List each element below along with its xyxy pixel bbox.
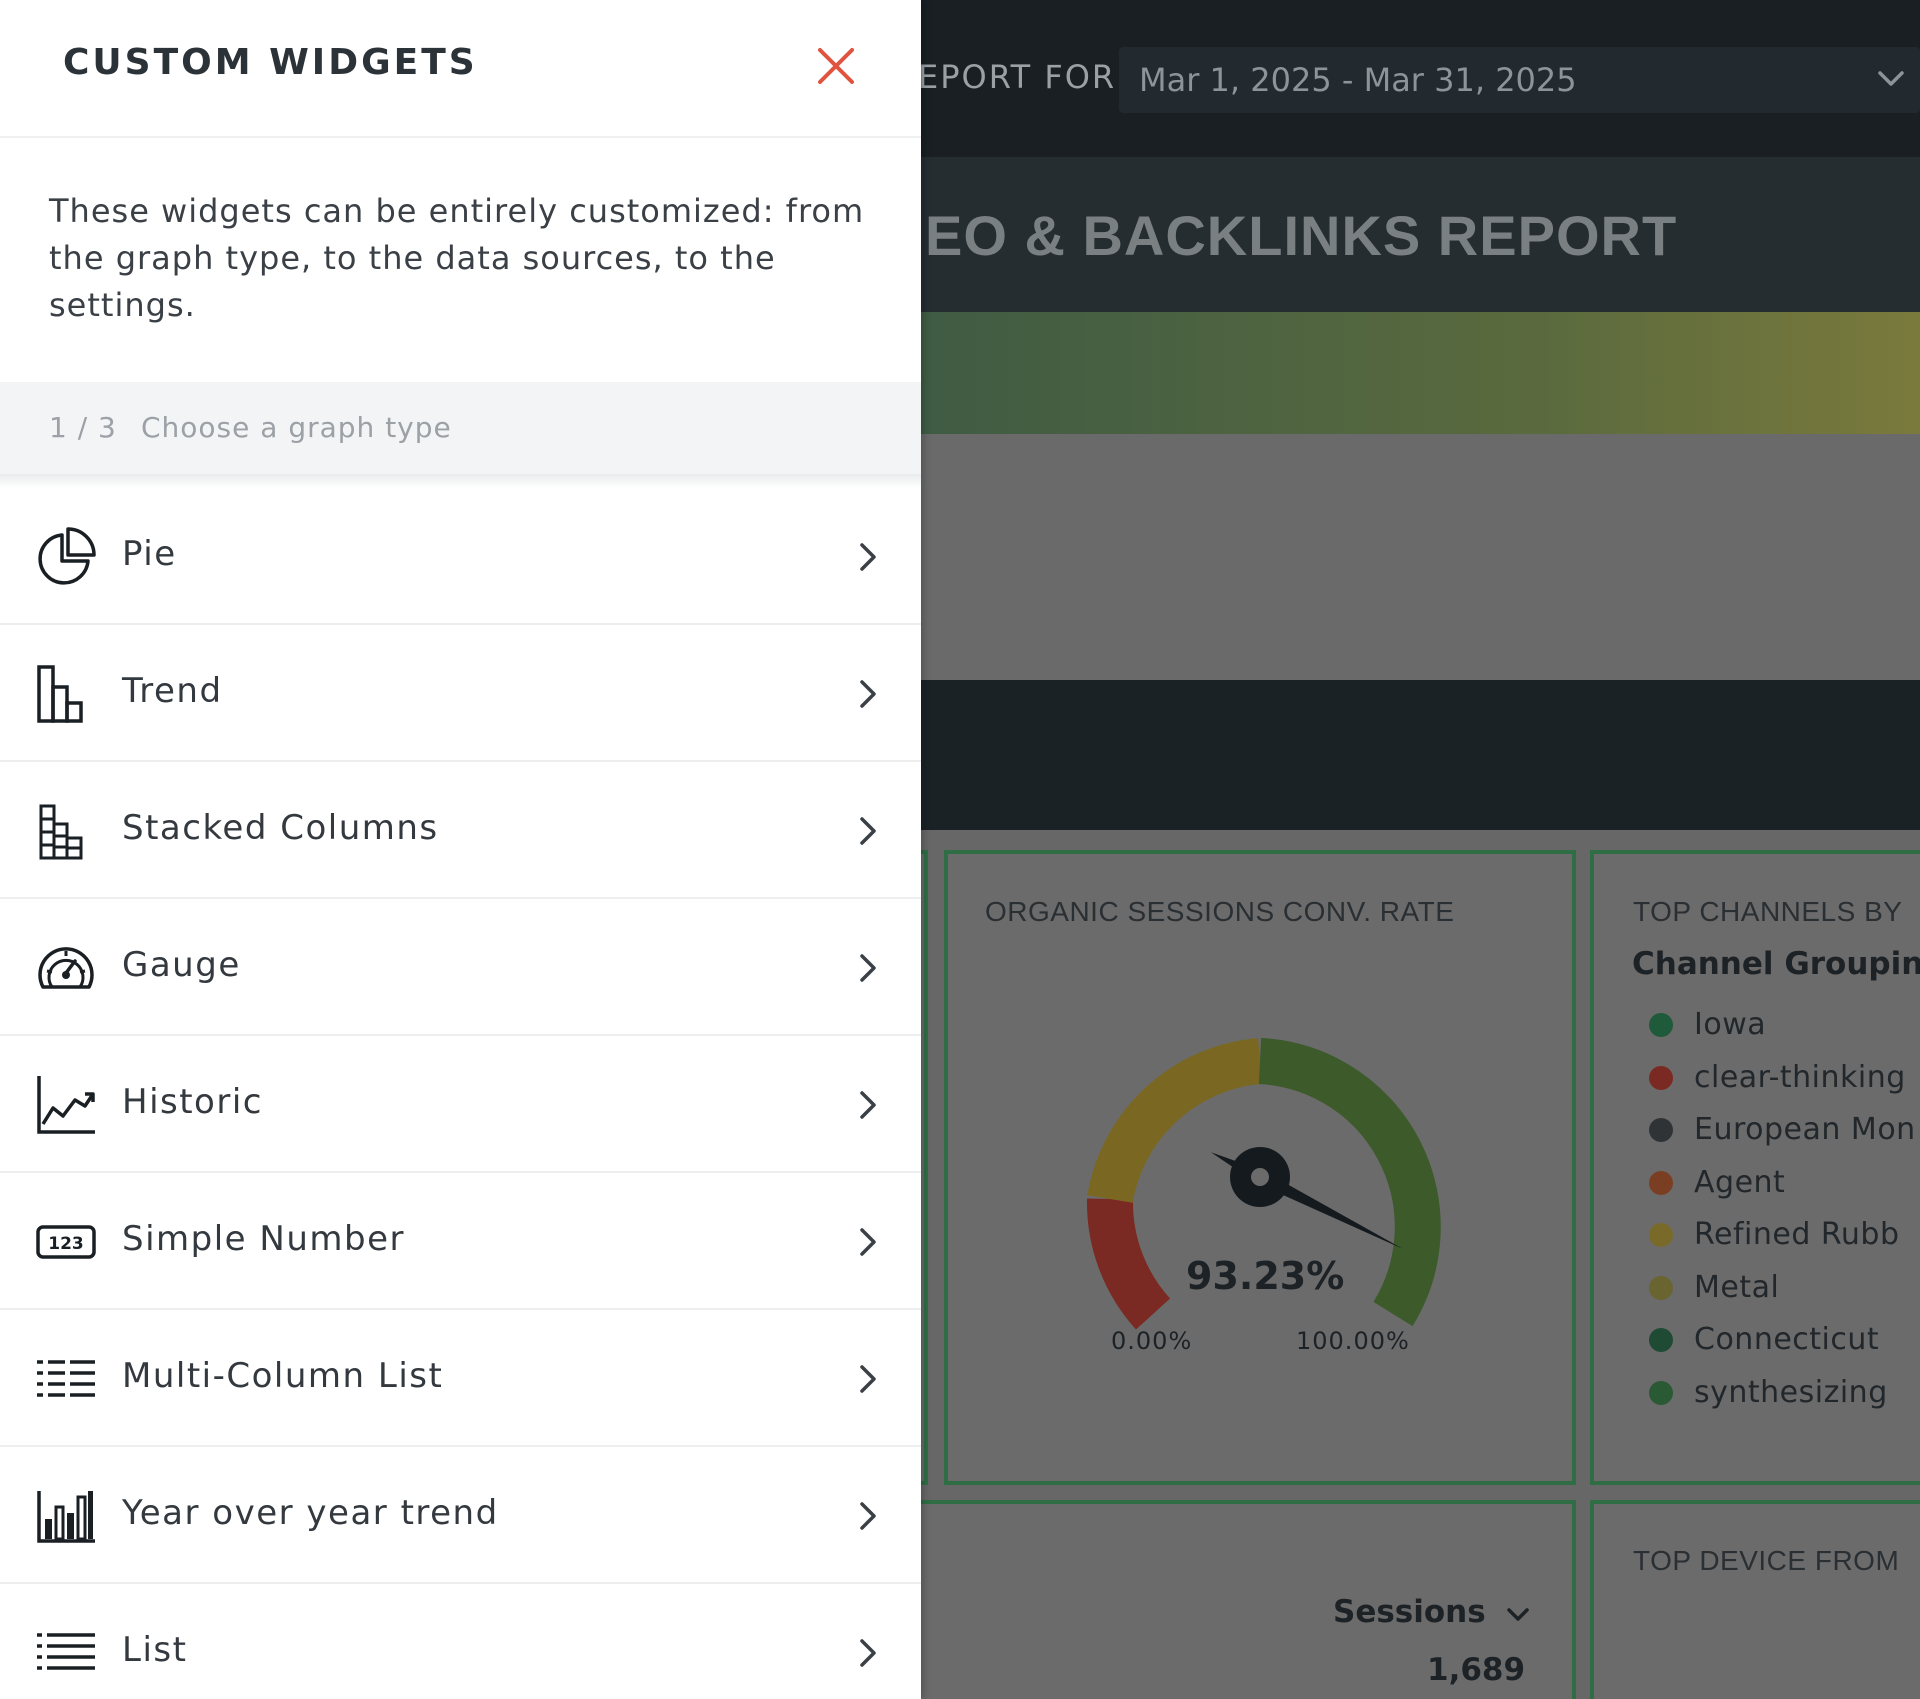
step-shadow [0, 474, 921, 488]
number-123-icon: 123 [36, 1225, 96, 1259]
year-bar-chart-icon [37, 1491, 95, 1543]
legend-item: Iowa [1649, 1005, 1920, 1058]
graph-type-label: Pie [122, 534, 177, 574]
chevron-right-icon [860, 1091, 876, 1119]
graph-type-stacked-columns[interactable]: Stacked Columns [0, 762, 921, 899]
graph-type-label: Gauge [122, 945, 241, 985]
legend-label: clear-thinking [1694, 1059, 1906, 1095]
legend-dot [1649, 1170, 1673, 1195]
legend-dot [1649, 1065, 1673, 1090]
graph-type-label: Simple Number [122, 1219, 405, 1259]
graph-type-label: Year over year trend [122, 1493, 499, 1533]
legend-label: European Mon [1694, 1112, 1916, 1147]
report-for-label: EPORT FOR [918, 58, 1117, 96]
chevron-right-icon [860, 954, 876, 982]
graph-type-list[interactable]: List [0, 1584, 921, 1699]
graph-type-gauge[interactable]: Gauge [0, 899, 921, 1036]
gauge-min-label: 0.00% [1111, 1327, 1193, 1355]
legend-item: synthesizing [1649, 1373, 1920, 1426]
widget-card-device[interactable] [1590, 1500, 1920, 1699]
graph-type-label: List [122, 1630, 188, 1670]
close-icon [818, 48, 854, 84]
legend-dot [1649, 1380, 1673, 1405]
chevron-right-icon [860, 1365, 876, 1393]
legend-dot [1649, 1275, 1673, 1300]
legend-label: Iowa [1694, 1007, 1767, 1042]
panel-header: CUSTOM WIDGETS [0, 0, 921, 138]
legend-item: European Mon [1649, 1110, 1920, 1163]
chevron-right-icon [860, 817, 876, 845]
legend-dot [1649, 1328, 1673, 1352]
line-chart-icon [37, 1076, 95, 1134]
gauge-max-label: 100.00% [1296, 1327, 1410, 1355]
graph-type-label: Stacked Columns [122, 808, 439, 848]
graph-type-pie[interactable]: Pie [0, 488, 921, 625]
graph-type-label: Historic [122, 1082, 263, 1122]
legend-dot [1649, 1013, 1673, 1037]
close-button[interactable] [812, 42, 860, 90]
legend-item: Metal [1649, 1268, 1920, 1321]
step-counter: 1 / 3 [49, 411, 117, 444]
date-range-select[interactable]: Mar 1, 2025 - Mar 31, 2025 [1119, 47, 1920, 113]
chevron-down-icon [1878, 71, 1904, 86]
panel-title: CUSTOM WIDGETS [63, 42, 478, 83]
multi-column-list-icon [37, 1360, 95, 1397]
gauge-icon [38, 947, 94, 989]
graph-type-list: Pie Trend Stacked Columns Gauge Historic… [0, 488, 921, 1699]
custom-widgets-panel: CUSTOM WIDGETS These widgets can be enti… [0, 0, 921, 1699]
graph-type-multi-column-list[interactable]: Multi-Column List [0, 1310, 921, 1447]
chevron-right-icon [860, 543, 876, 571]
legend-label: Agent [1694, 1164, 1786, 1200]
step-indicator: 1 / 3 Choose a graph type [0, 382, 921, 474]
sessions-label: Sessions [1333, 1594, 1486, 1630]
sessions-dropdown[interactable]: Sessions [1333, 1594, 1531, 1630]
chevron-down-icon [1506, 1607, 1529, 1621]
graph-type-label: Trend [122, 671, 223, 711]
legend-label: Connecticut [1694, 1322, 1880, 1357]
device-card-title: TOP DEVICE FROM [1633, 1545, 1900, 1576]
legend-dot [1649, 1223, 1673, 1247]
graph-type-historic[interactable]: Historic [0, 1036, 921, 1173]
step-label: Choose a graph type [141, 411, 452, 444]
legend-dot [1649, 1118, 1673, 1142]
chevron-right-icon [860, 1502, 876, 1530]
legend-item: Agent [1649, 1163, 1920, 1216]
svg-text:123: 123 [48, 1234, 84, 1254]
gauge-needle [1210, 1147, 1403, 1249]
graph-type-simple-number[interactable]: 123 Simple Number [0, 1173, 921, 1310]
gauge-value: 93.23% [1186, 1254, 1345, 1298]
legend-label: Refined Rubb [1694, 1217, 1900, 1252]
chevron-right-icon [860, 1639, 876, 1667]
legend-item: Connecticut [1649, 1320, 1920, 1373]
chevron-right-icon [860, 1228, 876, 1256]
graph-type-year-over-year[interactable]: Year over year trend [0, 1447, 921, 1584]
date-range-value: Mar 1, 2025 - Mar 31, 2025 [1139, 61, 1577, 99]
stacked-columns-icon [39, 804, 83, 860]
chevron-right-icon [860, 680, 876, 708]
graph-type-trend[interactable]: Trend [0, 625, 921, 762]
legend-label: Metal [1694, 1269, 1780, 1305]
gauge-segment-low [1086, 1198, 1171, 1330]
list-icon [37, 1633, 95, 1670]
bar-chart-icon [37, 665, 83, 723]
gauge-card-title: ORGANIC SESSIONS CONV. RATE [985, 896, 1455, 927]
sessions-value: 1,689 [1427, 1652, 1526, 1688]
channels-legend: Iowa clear-thinking European Mon Agent Refin… [1649, 1005, 1920, 1425]
legend-label: synthesizing [1694, 1374, 1888, 1410]
panel-description: These widgets can be entirely customized… [49, 192, 865, 324]
graph-type-label: Multi-Column List [122, 1356, 444, 1396]
report-title: EO & BACKLINKS REPORT [925, 204, 1678, 267]
legend-item: Refined Rubb [1649, 1215, 1920, 1268]
channels-heading: Channel Groupin [1632, 946, 1920, 982]
pie-chart-icon [38, 527, 96, 585]
legend-item: clear-thinking [1649, 1058, 1920, 1111]
channels-card-title: TOP CHANNELS BY [1633, 896, 1903, 927]
